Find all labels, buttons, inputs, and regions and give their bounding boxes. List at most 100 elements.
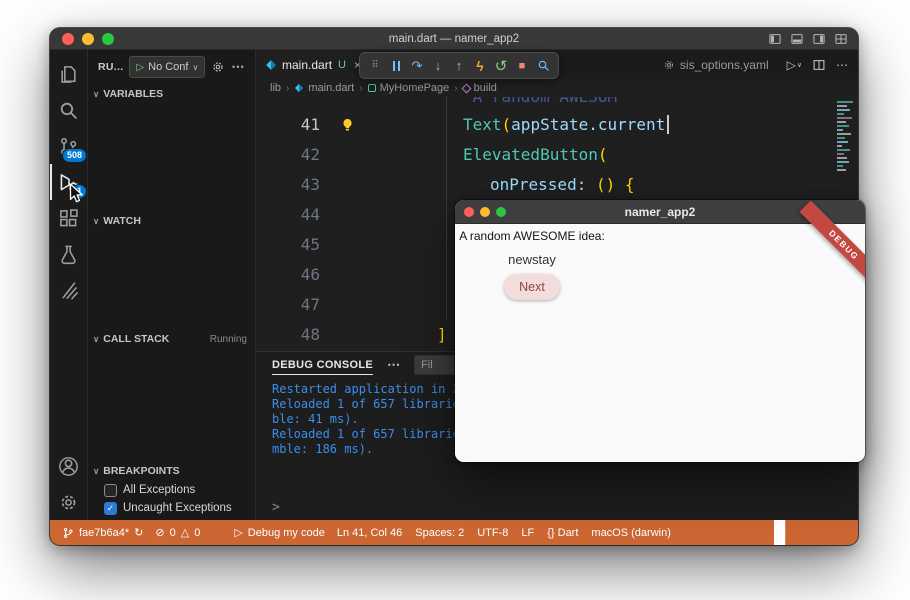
status-item[interactable]: LF	[521, 527, 534, 539]
line-number[interactable]: 45	[256, 230, 334, 260]
code-text[interactable]: 'A random AWESOM	[360, 97, 617, 110]
line-number[interactable]: 47	[256, 290, 334, 320]
drag-handle[interactable]: ⠿	[365, 56, 385, 76]
code-line[interactable]: 'A random AWESOM	[256, 97, 858, 110]
line-number[interactable]: 48	[256, 320, 334, 350]
hot-reload-button[interactable]: ϟ	[470, 56, 490, 76]
breadcrumb-lib[interactable]: lib	[270, 82, 281, 94]
code-text[interactable]: Text(appState.current	[360, 110, 669, 140]
git-branch-status[interactable]: fae7b6a4* ↻	[62, 526, 143, 539]
next-button[interactable]: Next	[504, 274, 560, 300]
activity-testing[interactable]	[50, 236, 87, 272]
lightbulb-icon[interactable]	[334, 110, 360, 140]
breakpoint-item[interactable]: ✓Uncaught Exceptions	[88, 499, 255, 517]
line-number[interactable]: 44	[256, 200, 334, 230]
status-item[interactable]: {} Dart	[547, 527, 578, 539]
settings-button[interactable]	[50, 484, 87, 520]
restart-button[interactable]: ↺	[491, 56, 511, 76]
code-text[interactable]: ElevatedButton(	[360, 140, 608, 170]
more-actions-button[interactable]: ⋯	[836, 58, 848, 72]
launch-config-dropdown[interactable]: ▷ No Conf ∨	[129, 56, 205, 78]
split-editor-icon[interactable]	[812, 58, 826, 72]
status-item[interactable]: UTF-8	[477, 527, 508, 539]
line-number[interactable]: 46	[256, 260, 334, 290]
titlebar-actions	[768, 28, 848, 49]
section-variables[interactable]: ∨ VARIABLES	[88, 84, 255, 104]
account-button[interactable]	[50, 448, 87, 484]
console-prompt[interactable]: >	[272, 500, 280, 515]
activity-explorer[interactable]	[50, 56, 87, 92]
activity-search[interactable]	[50, 92, 87, 128]
code-line[interactable]: 43 onPressed: () {	[256, 170, 858, 200]
step-out-button[interactable]: ↑	[449, 56, 469, 76]
panel-more-button[interactable]: ⋯	[387, 357, 400, 373]
section-watch[interactable]: ∨ WATCH	[88, 211, 255, 231]
minimize-window-button[interactable]	[82, 33, 94, 45]
status-item[interactable]: Spaces: 2	[415, 527, 464, 539]
toggle-panel-icon[interactable]	[790, 32, 804, 46]
section-breakpoints[interactable]: ∨ BREAKPOINTS	[88, 461, 255, 481]
play-icon: ▷	[787, 58, 796, 72]
customize-layout-icon[interactable]	[834, 32, 848, 46]
code-text[interactable]: ]	[360, 320, 447, 350]
debug-settings-button[interactable]	[211, 60, 225, 74]
status-item[interactable]: macOS (darwin)	[591, 527, 670, 539]
step-into-button[interactable]: ↓	[428, 56, 448, 76]
gear-icon	[58, 492, 79, 513]
chevron-right-icon: ›	[454, 83, 457, 94]
tab-label: main.dart	[282, 58, 332, 72]
line-number[interactable]: 42	[256, 140, 334, 170]
section-call-stack[interactable]: ∨ CALL STACK Running	[88, 329, 255, 349]
tab-analysis-options[interactable]: sis_options.yaml	[655, 50, 777, 79]
run-or-debug-button[interactable]: ▷ ∨	[787, 58, 802, 72]
zoom-window-button[interactable]	[496, 207, 506, 217]
activity-source-control[interactable]: 508	[50, 128, 87, 164]
step-over-button[interactable]: ↷	[407, 56, 427, 76]
pause-button[interactable]	[386, 56, 406, 76]
status-item[interactable]: Ln 41, Col 46	[337, 527, 402, 539]
activity-flutter[interactable]	[50, 272, 87, 308]
code-line[interactable]: 42 ElevatedButton(	[256, 140, 858, 170]
tab-main-dart[interactable]: main.dart U ×	[256, 50, 371, 79]
code-line[interactable]: 41 Text(appState.current	[256, 110, 858, 140]
debug-session-label: Debug my code	[248, 527, 325, 539]
breadcrumb-build[interactable]: build	[463, 82, 497, 94]
window-title: main.dart — namer_app2	[50, 33, 858, 45]
namer-app-window: namer_app2 A random AWESOME idea: newsta…	[455, 200, 865, 462]
checkbox[interactable]	[104, 484, 117, 497]
zoom-window-button[interactable]	[102, 33, 114, 45]
close-window-button[interactable]	[464, 207, 474, 217]
minimize-window-button[interactable]	[480, 207, 490, 217]
breadcrumb-main-dart[interactable]: main.dart	[294, 82, 354, 94]
sync-icon[interactable]: ↻	[134, 526, 143, 539]
breakpoint-item[interactable]: All Exceptions	[88, 481, 255, 499]
tab-debug-console[interactable]: DEBUG CONSOLE	[272, 355, 373, 375]
line-number[interactable]	[256, 97, 334, 110]
activity-extensions[interactable]	[50, 200, 87, 236]
stop-button[interactable]: ■	[512, 56, 532, 76]
sidebar-more-button[interactable]: ⋯	[231, 59, 244, 75]
problems-status[interactable]: ⊘ 0 △ 0	[155, 526, 200, 539]
vscode-titlebar[interactable]: main.dart — namer_app2	[50, 28, 858, 50]
line-number[interactable]: 43	[256, 170, 334, 200]
editor-actions: ▷ ∨ ⋯	[777, 50, 858, 79]
yaml-file-icon	[663, 59, 675, 71]
line-number[interactable]: 41	[256, 110, 334, 140]
chevron-down-icon: ∨	[797, 61, 802, 69]
idea-label: A random AWESOME idea:	[459, 229, 605, 243]
breadcrumb-myhomepage[interactable]: MyHomePage	[368, 82, 450, 94]
branch-icon	[62, 527, 74, 539]
call-stack-body	[88, 349, 255, 461]
text-cursor	[667, 115, 669, 134]
git-status-letter: U	[338, 59, 346, 71]
start-debug-icon[interactable]: ▷	[136, 62, 144, 73]
error-count: 0	[170, 527, 176, 539]
checkbox[interactable]: ✓	[104, 502, 117, 515]
toggle-sidebar-icon[interactable]	[768, 32, 782, 46]
close-window-button[interactable]	[62, 33, 74, 45]
toggle-secondary-sidebar-icon[interactable]	[812, 32, 826, 46]
run-and-debug-sidebar: RU... ▷ No Conf ∨ ⋯ ∨ VARIABLES ∨	[88, 50, 256, 520]
debug-session-status[interactable]: ▷ Debug my code	[234, 526, 325, 539]
widget-inspector-button[interactable]	[533, 56, 553, 76]
code-text[interactable]: onPressed: () {	[360, 170, 635, 200]
